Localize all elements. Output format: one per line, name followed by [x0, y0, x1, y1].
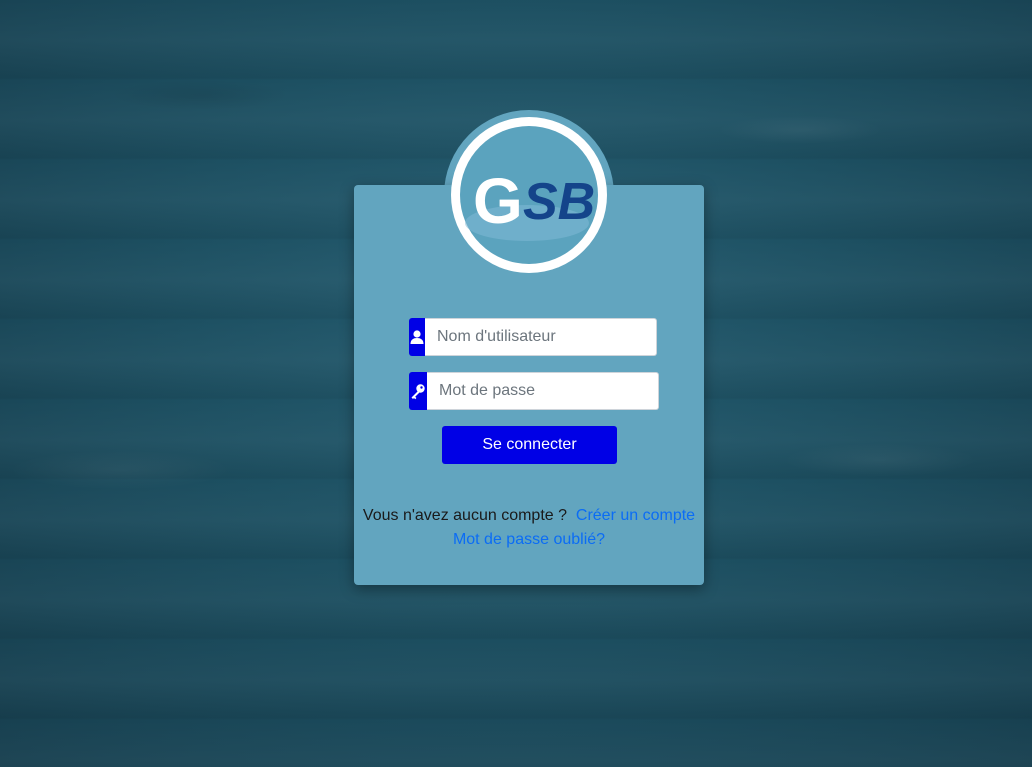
signup-prompt: Vous n'avez aucun compte ? Créer un comp…: [354, 507, 704, 525]
login-button[interactable]: Se connecter: [442, 426, 617, 464]
create-account-link[interactable]: Créer un compte: [576, 507, 695, 524]
username-input[interactable]: [425, 318, 657, 356]
gsb-logo: G SB: [454, 120, 604, 270]
password-group: [409, 372, 659, 410]
username-group: [409, 318, 657, 356]
svg-text:G: G: [473, 165, 523, 237]
no-account-text: Vous n'avez aucun compte ?: [362, 507, 567, 524]
svg-text:SB: SB: [523, 173, 595, 231]
password-input[interactable]: [427, 372, 659, 410]
user-icon: [409, 318, 425, 356]
forgot-password-link[interactable]: Mot de passe oublié?: [453, 531, 605, 548]
key-icon: [409, 372, 427, 410]
forgot-password-row: Mot de passe oublié?: [354, 531, 704, 549]
gsb-logo-graphic: G SB: [465, 165, 595, 241]
